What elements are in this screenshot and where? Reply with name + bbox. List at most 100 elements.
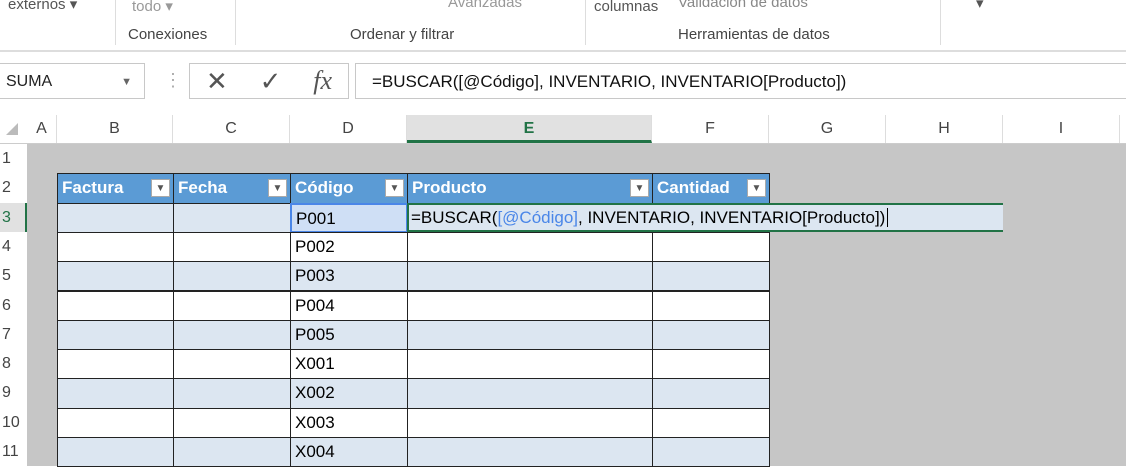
- table-cell[interactable]: X001: [290, 349, 408, 380]
- filter-dropdown-icon[interactable]: ▼: [385, 179, 404, 198]
- row-header-10[interactable]: 10: [0, 407, 27, 437]
- column-header-b[interactable]: B: [57, 115, 173, 143]
- avanzadas-button[interactable]: Avanzadas: [448, 0, 522, 11]
- chevron-down-icon[interactable]: ▼: [121, 64, 132, 100]
- cell-edit-input[interactable]: =BUSCAR([@Código], INVENTARIO, INVENTARI…: [407, 202, 1003, 232]
- header-label: Producto: [412, 178, 487, 198]
- table-cell[interactable]: [57, 290, 174, 321]
- filter-dropdown-icon[interactable]: ▼: [747, 179, 766, 198]
- name-box[interactable]: SUMA ▼: [0, 63, 145, 99]
- divider: [115, 0, 116, 45]
- table-cell[interactable]: [173, 290, 291, 321]
- column-header-h[interactable]: H: [886, 115, 1003, 143]
- row-header-6[interactable]: 6: [0, 290, 27, 320]
- table-cell[interactable]: [173, 202, 291, 233]
- table-cell[interactable]: [652, 407, 770, 438]
- table-cell[interactable]: [173, 349, 291, 380]
- table-cell[interactable]: [57, 437, 174, 467]
- table-cell[interactable]: P002: [290, 231, 408, 263]
- column-header-i[interactable]: I: [1003, 115, 1120, 143]
- label: todo: [132, 0, 162, 15]
- formula-text: =BUSCAR(: [411, 207, 498, 227]
- insert-function-icon[interactable]: fx: [313, 66, 332, 96]
- table-cell[interactable]: [652, 290, 770, 321]
- table-header-4: Cantidad ▼: [652, 173, 770, 204]
- filter-dropdown-icon[interactable]: ▼: [151, 179, 170, 198]
- table-cell[interactable]: [652, 261, 770, 292]
- row-header-8[interactable]: 8: [0, 349, 27, 379]
- column-header-a[interactable]: A: [27, 115, 57, 143]
- table-cell[interactable]: [173, 378, 291, 409]
- group-label-conexiones: Conexiones: [128, 26, 208, 43]
- row-header-4[interactable]: 4: [0, 231, 27, 262]
- table-cell[interactable]: [173, 407, 291, 438]
- formula-reference: [@Código]: [497, 207, 579, 227]
- table-header-0: Factura ▼: [57, 173, 174, 204]
- formula-input[interactable]: =BUSCAR([@Código], INVENTARIO, INVENTARI…: [355, 63, 1126, 99]
- table-cell[interactable]: [407, 349, 653, 380]
- column-header-f[interactable]: F: [652, 115, 769, 143]
- column-header-c[interactable]: C: [173, 115, 290, 143]
- externos-button[interactable]: externos ▾: [8, 0, 77, 13]
- row-header-5[interactable]: 5: [0, 261, 27, 291]
- divider: [585, 0, 586, 45]
- table-cell[interactable]: X003: [290, 407, 408, 438]
- formula-buttons: ✕ ✓ fx: [189, 63, 349, 99]
- columnas-button[interactable]: columnas: [594, 0, 658, 15]
- table-cell[interactable]: [173, 319, 291, 351]
- row-header-7[interactable]: 7: [0, 319, 27, 350]
- select-all-icon[interactable]: [6, 123, 18, 135]
- column-header-g[interactable]: G: [769, 115, 886, 143]
- todo-button[interactable]: todo ▾: [132, 0, 173, 15]
- table-cell[interactable]: X004: [290, 437, 408, 467]
- table-cell[interactable]: [652, 437, 770, 467]
- row-header-11[interactable]: 11: [0, 437, 27, 467]
- row-header-3[interactable]: 3: [0, 202, 27, 232]
- grip-icon: ⋮: [164, 70, 182, 90]
- table-cell[interactable]: [57, 231, 174, 263]
- table-cell[interactable]: [173, 261, 291, 292]
- table-cell[interactable]: [407, 319, 653, 351]
- table-cell[interactable]: [652, 349, 770, 380]
- table-cell[interactable]: P001: [290, 202, 408, 233]
- row-header-2[interactable]: 2: [0, 173, 27, 203]
- table-cell[interactable]: [407, 407, 653, 438]
- table-cell[interactable]: [407, 290, 653, 321]
- table-cell[interactable]: P005: [290, 319, 408, 351]
- table-header-3: Producto ▼: [407, 173, 653, 204]
- table-cell[interactable]: P004: [290, 290, 408, 321]
- table-cell[interactable]: [173, 437, 291, 467]
- table-cell[interactable]: [407, 437, 653, 467]
- table-cell[interactable]: [407, 231, 653, 263]
- enter-icon[interactable]: ✓: [260, 66, 282, 97]
- group-label-herramientas: Herramientas de datos: [678, 26, 830, 43]
- table-cell[interactable]: [652, 378, 770, 409]
- table-cell[interactable]: X002: [290, 378, 408, 409]
- table-cell[interactable]: [57, 407, 174, 438]
- divider: [940, 0, 941, 45]
- table-cell[interactable]: [652, 319, 770, 351]
- filter-dropdown-icon[interactable]: ▼: [630, 179, 649, 198]
- table-cell[interactable]: [57, 261, 174, 292]
- ribbon-divider: [0, 50, 1126, 52]
- cancel-icon[interactable]: ✕: [206, 66, 228, 97]
- chevron-down-icon[interactable]: ▾: [976, 0, 984, 12]
- table-cell[interactable]: [407, 261, 653, 292]
- table-cell[interactable]: [57, 319, 174, 351]
- table-cell[interactable]: [57, 378, 174, 409]
- table-cell[interactable]: [57, 349, 174, 380]
- table-header-1: Fecha ▼: [173, 173, 291, 204]
- validacion-button[interactable]: Validación de datos: [678, 0, 808, 11]
- table-cell[interactable]: [652, 231, 770, 263]
- table-cell[interactable]: [407, 378, 653, 409]
- table-cell[interactable]: P003: [290, 261, 408, 292]
- column-header-d[interactable]: D: [290, 115, 407, 143]
- row-header-9[interactable]: 9: [0, 378, 27, 408]
- label: externos: [8, 0, 66, 13]
- row-header-1[interactable]: 1: [0, 144, 27, 174]
- column-header-e[interactable]: E: [407, 115, 652, 143]
- table-header-2: Código ▼: [290, 173, 408, 204]
- table-cell[interactable]: [57, 202, 174, 233]
- table-cell[interactable]: [173, 231, 291, 263]
- filter-dropdown-icon[interactable]: ▼: [268, 179, 287, 198]
